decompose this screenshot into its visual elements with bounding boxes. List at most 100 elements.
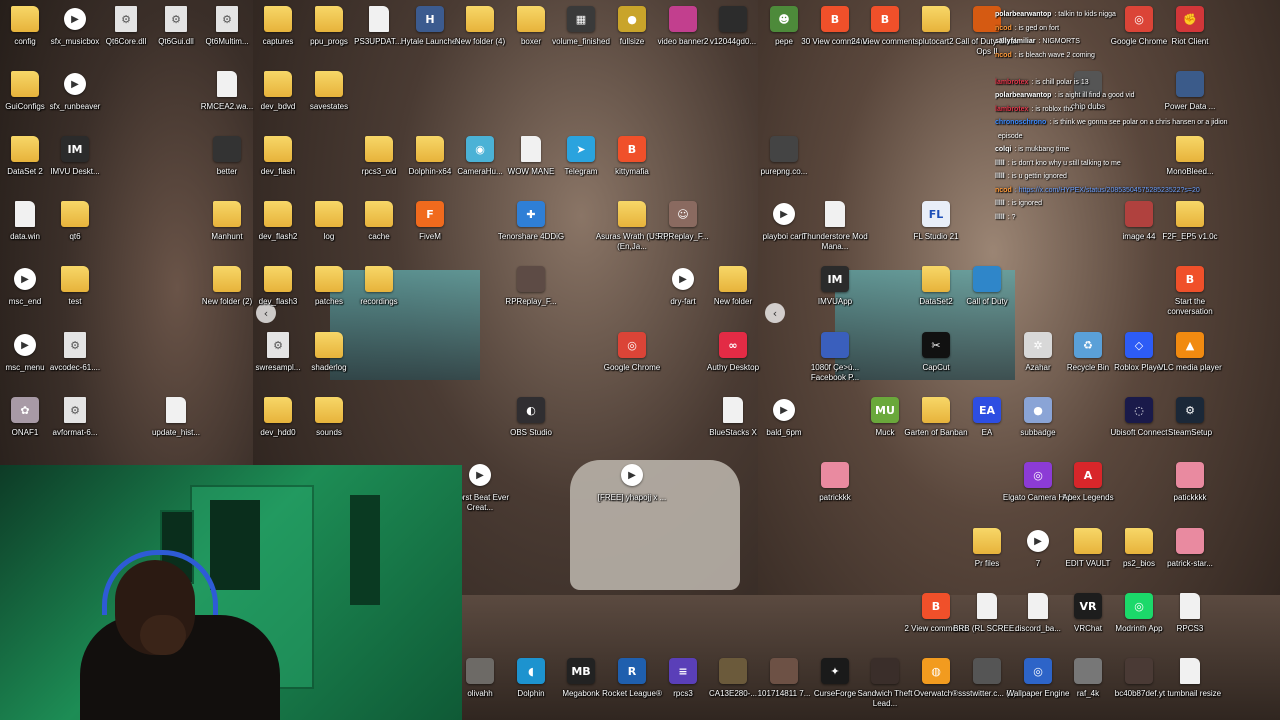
desktop-icon[interactable]: ✚ Tenorshare 4DDiG xyxy=(498,195,564,257)
app-icon: EA xyxy=(973,397,1001,423)
desktop-icon[interactable]: A Apex Legends xyxy=(1058,456,1118,518)
folder-icon xyxy=(922,6,950,32)
app-icon: B xyxy=(618,136,646,162)
desktop-icon[interactable]: sounds xyxy=(299,391,359,453)
chat-username: lambrotex xyxy=(995,105,1029,113)
desktop-icon[interactable]: test xyxy=(45,260,105,322)
desktop-icon[interactable]: FL FL Studio 21 xyxy=(906,195,966,257)
desktop-icon[interactable]: dev_flash xyxy=(248,130,308,192)
file-icon xyxy=(166,397,186,423)
folder-icon xyxy=(315,266,343,292)
app-icon: ✚ xyxy=(517,201,545,227)
chat-message xyxy=(995,62,1230,76)
desktop-icon[interactable]: yt tumbnail resize xyxy=(1159,652,1221,714)
folder-icon xyxy=(213,201,241,227)
desktop-icon[interactable]: savestates xyxy=(299,65,359,127)
app-icon xyxy=(1074,658,1102,684)
desktop-icon[interactable]: IM IMVUApp xyxy=(805,260,865,322)
chat-message: colqi: is mukbang time xyxy=(995,143,1230,157)
folder-icon xyxy=(466,6,494,32)
desktop-icon[interactable]: patrick-star... xyxy=(1160,522,1220,584)
desktop-icon[interactable]: ▶ sfx_runbeaver xyxy=(45,65,105,127)
app-icon: ◎ xyxy=(618,332,646,358)
stream-chat-overlay: polarbearwantop: talkin to kids nigga nco… xyxy=(995,8,1230,224)
desktop-icon-label: yt tumbnail resize xyxy=(1158,689,1222,698)
desktop-icon[interactable]: ⚙ avformat-6... xyxy=(45,391,105,453)
chat-message: lllll: is ignored xyxy=(995,197,1230,211)
chat-text: : is u gettin ignored xyxy=(1007,173,1067,180)
folder-icon xyxy=(264,201,292,227)
app-icon: ◇ xyxy=(1125,332,1153,358)
desktop-icon-label: CapCut xyxy=(922,363,950,372)
desktop-icon[interactable]: ✂ CapCut xyxy=(906,326,966,388)
desktop-icon[interactable]: 1080f Çe>ú... Facebook P... xyxy=(805,326,865,388)
webcam-side-panel xyxy=(350,495,380,605)
desktop-icon[interactable]: ▶ [FREE] yhapojj x ... xyxy=(598,456,666,518)
folder-icon xyxy=(922,266,950,292)
desktop-icon[interactable]: ∞ Authy Desktop xyxy=(703,326,763,388)
desktop-icon[interactable]: shaderlog xyxy=(299,326,359,388)
app-icon: B xyxy=(1176,266,1204,292)
app-icon: ➤ xyxy=(567,136,595,162)
folder-icon xyxy=(315,201,343,227)
folder-icon xyxy=(315,332,343,358)
app-icon: ✂ xyxy=(922,332,950,358)
desktop-icon[interactable]: patickkkk xyxy=(1160,456,1220,518)
desktop-icon-label: dev_flash xyxy=(260,167,296,176)
desktop-icon-label: Apex Legends xyxy=(1062,493,1114,502)
app-icon: MU xyxy=(871,397,899,423)
desktop-icon[interactable]: B Start the conversation xyxy=(1160,260,1220,322)
chat-message: episode xyxy=(995,130,1230,144)
desktop-icon-label: 1080f Çe>ú... Facebook P... xyxy=(810,363,860,382)
desktop-icon[interactable]: RPCS3 xyxy=(1160,587,1220,649)
desktop-icon-label: SteamSetup xyxy=(1167,428,1213,437)
desktop-icon-label: kittymafia xyxy=(615,167,649,176)
media-play-icon: ▶ xyxy=(64,8,86,30)
app-icon: ☺ xyxy=(669,201,697,227)
desktop-icon[interactable]: ◎ Google Chrome xyxy=(602,326,662,388)
file-icon xyxy=(825,201,845,227)
folder-icon xyxy=(973,528,1001,554)
desktop-icon[interactable]: New folder xyxy=(703,260,763,322)
desktop-icon[interactable]: qt6 xyxy=(45,195,105,257)
desktop-icon[interactable]: ⚙ avcodec-61.... xyxy=(45,326,105,388)
app-icon: ✲ xyxy=(1024,332,1052,358)
desktop-icon[interactable]: ◐ OBS Studio xyxy=(501,391,561,453)
file-icon xyxy=(723,397,743,423)
chat-message: polarbearwantop: talkin to kids nigga xyxy=(995,8,1230,22)
app-icon xyxy=(770,658,798,684)
app-icon: FL xyxy=(922,201,950,227)
desktop-icon-label: sounds xyxy=(316,428,342,437)
desktop-icon[interactable]: ☺ RPReplay_F... xyxy=(653,195,713,257)
desktop-icon[interactable]: purepng.co... xyxy=(754,130,814,192)
desktop-icon[interactable]: ▶ bald_6pm xyxy=(754,391,814,453)
app-icon: B xyxy=(922,593,950,619)
app-icon xyxy=(1176,528,1204,554)
desktop-icon[interactable]: ● subbadge xyxy=(1008,391,1068,453)
chat-text: : is ged on fort xyxy=(1014,24,1060,32)
desktop-icon[interactable]: Thunderstore Mod Mana... xyxy=(802,195,868,257)
chat-username: ncod xyxy=(995,24,1012,32)
desktop-icon[interactable]: RPReplay_F... xyxy=(501,260,561,322)
chat-message: lllll: ? xyxy=(995,211,1230,225)
chat-message: sallyfamiliar: NIGMORTS xyxy=(995,35,1230,49)
desktop-icon-label: IMVUApp xyxy=(817,297,853,306)
desktop-icon-label: bald_6pm xyxy=(766,428,802,437)
app-icon: ☻ xyxy=(770,6,798,32)
desktop-icon[interactable]: ▲ VLC media player xyxy=(1158,326,1222,388)
desktop-icon-label: Tenorshare 4DDiG xyxy=(497,232,565,241)
desktop-icon[interactable]: F FiveM xyxy=(400,195,460,257)
desktop-icon[interactable]: Call of Duty xyxy=(957,260,1017,322)
desktop-icon[interactable]: update_hist... xyxy=(146,391,206,453)
desktop-icon[interactable]: Bkittymafia xyxy=(602,130,662,192)
desktop-icon[interactable]: ⚙ SteamSetup xyxy=(1160,391,1220,453)
app-icon: ◍ xyxy=(922,658,950,684)
desktop-icon[interactable]: patrickkk xyxy=(805,456,865,518)
desktop-icon-label: [FREE] yhapojj x ... xyxy=(597,493,667,502)
chat-username: colqi xyxy=(995,146,1012,153)
app-icon: ◎ xyxy=(1024,462,1052,488)
chat-username: lllll xyxy=(995,173,1005,180)
app-icon: R xyxy=(618,658,646,684)
desktop-icon[interactable]: recordings xyxy=(349,260,409,322)
desktop-icon[interactable]: IM IMVU Deskt... xyxy=(45,130,105,192)
